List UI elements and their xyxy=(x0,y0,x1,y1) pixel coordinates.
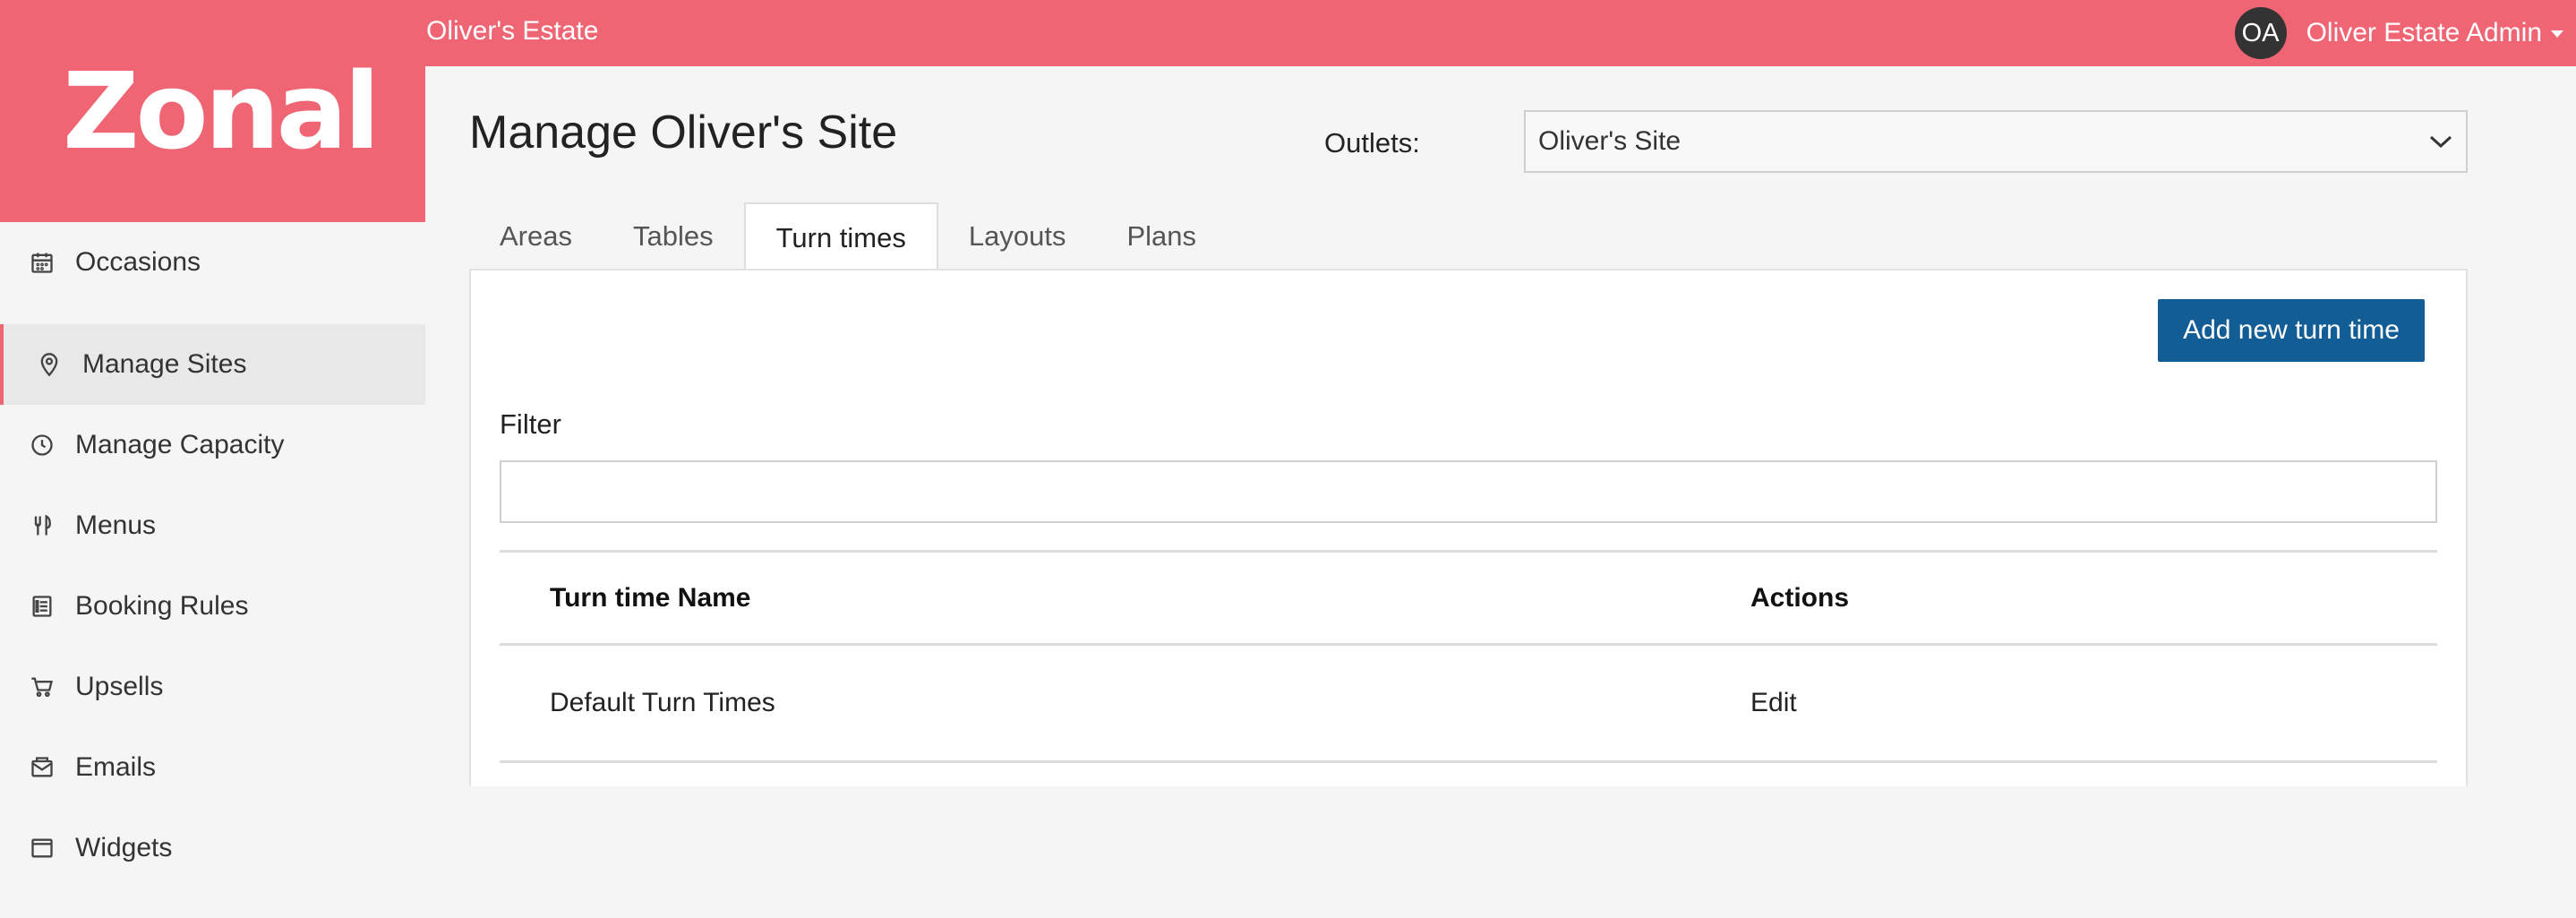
column-header-name: Turn time Name xyxy=(550,582,751,613)
sidebar: Occasions Manage Sites Manage Capacity M… xyxy=(0,222,425,918)
outlets-label: Outlets: xyxy=(1324,127,1420,159)
tab-tables[interactable]: Tables xyxy=(603,202,744,270)
outlets-selected-value: Oliver's Site xyxy=(1538,126,1682,156)
chevron-down-icon xyxy=(2429,135,2452,149)
tab-turn-times[interactable]: Turn times xyxy=(743,202,938,272)
caret-down-icon[interactable] xyxy=(2551,30,2563,38)
filter-input[interactable] xyxy=(500,460,2437,523)
user-menu[interactable]: OA Oliver Estate Admin xyxy=(2234,0,2563,66)
cutlery-icon xyxy=(29,512,56,539)
sidebar-item-label: Menus xyxy=(75,510,157,540)
list-icon xyxy=(29,593,56,620)
sidebar-item-label: Occasions xyxy=(75,247,201,277)
sidebar-item-label: Widgets xyxy=(75,833,173,862)
clock-icon xyxy=(29,432,56,459)
email-icon xyxy=(29,754,56,781)
add-turn-time-button[interactable]: Add new turn time xyxy=(2158,299,2425,362)
avatar[interactable]: OA xyxy=(2234,7,2287,59)
sidebar-item-menus[interactable]: Menus xyxy=(0,485,425,566)
user-name[interactable]: Oliver Estate Admin xyxy=(2306,18,2542,48)
table-divider xyxy=(500,760,2437,763)
tab-areas[interactable]: Areas xyxy=(469,202,603,270)
table-header: Turn time Name Actions xyxy=(500,553,2437,643)
table-row: Default Turn Times Edit xyxy=(500,646,2437,760)
outlets-select[interactable]: Oliver's Site xyxy=(1524,110,2468,173)
logo[interactable]: Zonal xyxy=(63,58,381,222)
sidebar-item-label: Upsells xyxy=(75,672,164,701)
calendar-icon xyxy=(29,249,56,276)
sidebar-item-upsells[interactable]: Upsells xyxy=(0,647,425,727)
tab-layouts[interactable]: Layouts xyxy=(938,202,1097,270)
cart-icon xyxy=(29,673,56,700)
page-title: Manage Oliver's Site xyxy=(469,107,898,159)
sidebar-item-emails[interactable]: Emails xyxy=(0,727,425,808)
sidebar-item-label: Booking Rules xyxy=(75,591,249,621)
sidebar-item-occasions[interactable]: Occasions xyxy=(0,222,425,303)
turn-time-name: Default Turn Times xyxy=(550,688,775,717)
map-pin-icon xyxy=(36,351,63,378)
sidebar-item-booking-rules[interactable]: Booking Rules xyxy=(0,566,425,647)
sidebar-item-label: Manage Sites xyxy=(82,349,247,379)
filter-label: Filter xyxy=(500,408,561,440)
window-icon xyxy=(29,835,56,862)
sidebar-item-manage-capacity[interactable]: Manage Capacity xyxy=(0,405,425,485)
tab-plans[interactable]: Plans xyxy=(1096,202,1227,270)
sidebar-item-label: Emails xyxy=(75,752,157,782)
logo-panel: Zonal xyxy=(0,58,425,222)
edit-link[interactable]: Edit xyxy=(1750,646,1797,760)
sidebar-item-manage-sites[interactable]: Manage Sites xyxy=(0,324,425,405)
sidebar-item-label: Manage Capacity xyxy=(75,430,285,459)
tab-bar: Areas Tables Turn times Layouts Plans xyxy=(469,202,1227,272)
turn-times-panel: Add new turn time Filter Turn time Name … xyxy=(469,269,2468,786)
column-header-actions: Actions xyxy=(1750,582,1850,613)
turn-times-table: Turn time Name Actions Default Turn Time… xyxy=(500,550,2437,763)
sidebar-item-widgets[interactable]: Widgets xyxy=(0,808,425,888)
top-bar: Oliver's Estate OA Oliver Estate Admin xyxy=(0,0,2576,66)
estate-name: Oliver's Estate xyxy=(426,16,599,46)
